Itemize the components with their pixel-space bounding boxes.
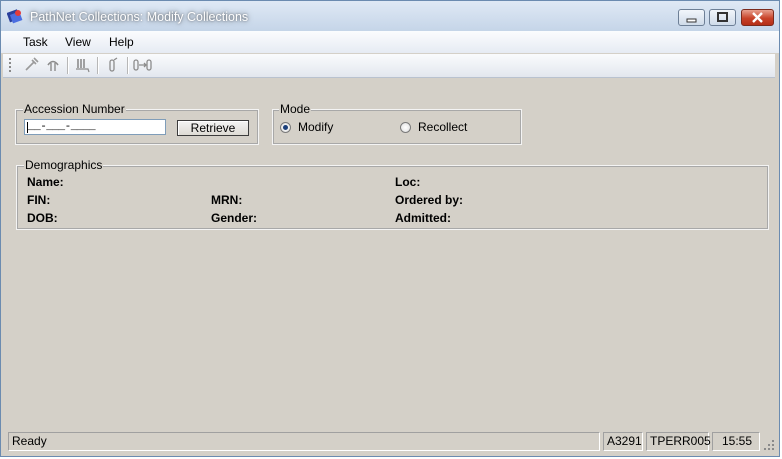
menu-task[interactable]: Task bbox=[23, 35, 48, 49]
minimize-button[interactable] bbox=[678, 9, 705, 26]
status-code: A3291 bbox=[603, 432, 643, 451]
syringe-icon[interactable] bbox=[23, 57, 39, 73]
status-time: 15:55 bbox=[712, 432, 760, 451]
transfer-icon[interactable] bbox=[133, 57, 153, 73]
toolbar-separator bbox=[97, 57, 98, 74]
status-message: Ready bbox=[8, 432, 600, 451]
maximize-icon bbox=[717, 12, 728, 22]
main-content: Accession Number __-___-____ Retrieve Mo… bbox=[3, 79, 775, 429]
menu-help[interactable]: Help bbox=[109, 35, 134, 49]
recollect-radio-label[interactable]: Recollect bbox=[418, 120, 467, 134]
close-icon bbox=[752, 12, 763, 23]
mode-group: Mode Modify Recollect bbox=[272, 102, 522, 145]
minimize-icon bbox=[686, 18, 697, 23]
title-bar[interactable]: PathNet Collections: Modify Collections bbox=[1, 1, 779, 31]
application-window: PathNet Collections: Modify Collections … bbox=[0, 0, 780, 457]
recollect-radio[interactable] bbox=[400, 122, 411, 133]
modify-radio-label[interactable]: Modify bbox=[298, 120, 333, 134]
toolbar-separator bbox=[127, 57, 128, 74]
specimen-tube-icon[interactable] bbox=[105, 57, 121, 73]
tourniquet-icon[interactable] bbox=[45, 57, 61, 73]
accession-number-input[interactable]: __-___-____ bbox=[24, 119, 166, 135]
toolbar-separator bbox=[67, 57, 68, 74]
accession-number-group: Accession Number __-___-____ Retrieve bbox=[15, 102, 259, 145]
maximize-button[interactable] bbox=[709, 9, 736, 26]
demographics-group: Demographics Name: Loc: FIN: MRN: Ordere… bbox=[16, 158, 769, 230]
close-button[interactable] bbox=[741, 9, 774, 26]
status-user: TPERR005 bbox=[646, 432, 711, 451]
ordered-by-label: Ordered by: bbox=[395, 193, 464, 207]
loc-label: Loc: bbox=[395, 175, 421, 189]
accession-number-legend: Accession Number bbox=[23, 102, 126, 116]
modify-radio[interactable] bbox=[280, 122, 291, 133]
accession-number-value: __-___-____ bbox=[28, 121, 96, 133]
toolbar bbox=[3, 54, 775, 78]
retrieve-button[interactable]: Retrieve bbox=[177, 120, 249, 136]
toolbar-grip[interactable] bbox=[9, 58, 11, 73]
app-icon bbox=[7, 9, 23, 24]
admitted-label: Admitted: bbox=[395, 211, 451, 225]
mode-legend: Mode bbox=[279, 102, 312, 116]
tube-rack-icon[interactable] bbox=[75, 57, 91, 73]
demographics-legend: Demographics bbox=[24, 158, 104, 172]
menu-view[interactable]: View bbox=[65, 35, 91, 49]
fin-label: FIN: bbox=[27, 193, 51, 207]
dob-label: DOB: bbox=[27, 211, 58, 225]
mrn-label: MRN: bbox=[211, 193, 243, 207]
resize-grip-icon[interactable] bbox=[763, 439, 775, 451]
status-bar: Ready A3291 TPERR005 15:55 bbox=[3, 430, 775, 452]
name-label: Name: bbox=[27, 175, 64, 189]
gender-label: Gender: bbox=[211, 211, 258, 225]
window-title: PathNet Collections: Modify Collections bbox=[30, 10, 249, 24]
menu-bar: Task View Help bbox=[1, 31, 779, 53]
